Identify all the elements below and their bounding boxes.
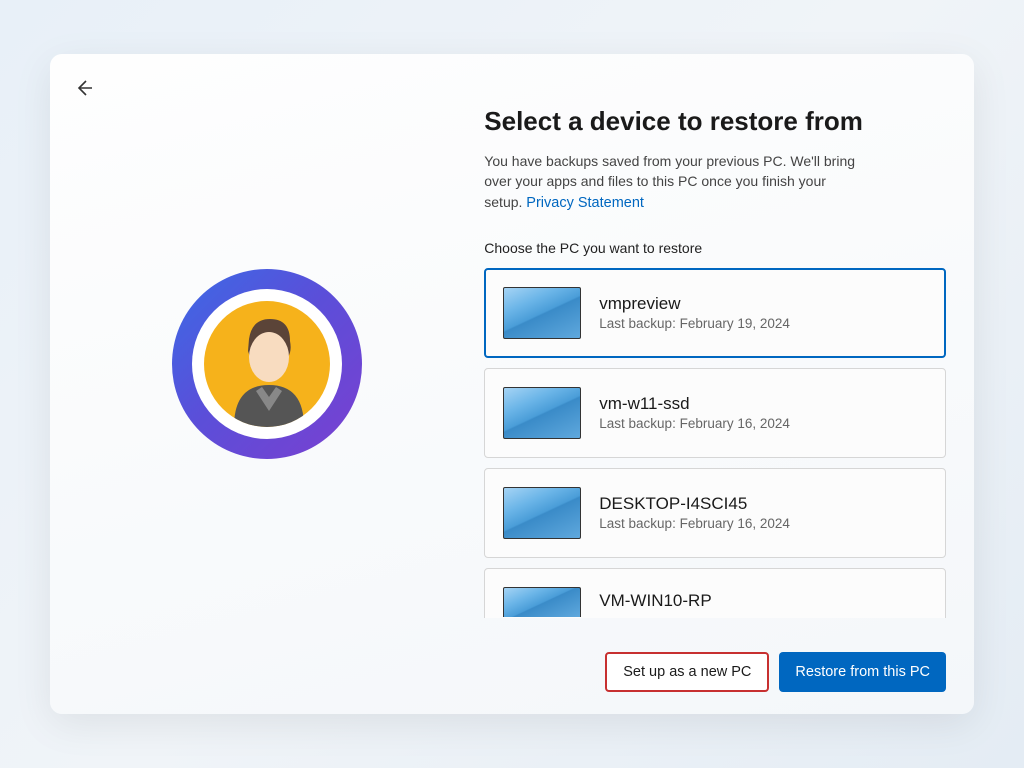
avatar-person-icon	[204, 301, 330, 427]
device-name: vm-w11-ssd	[599, 394, 790, 414]
page-subtitle: You have backups saved from your previou…	[484, 151, 864, 214]
device-thumbnail-icon	[503, 387, 581, 439]
device-name: VM-WIN10-RP	[599, 591, 711, 611]
device-card[interactable]: vm-w11-ssd Last backup: February 16, 202…	[484, 368, 946, 458]
device-backup-date: Last backup: February 16, 2024	[599, 416, 790, 431]
device-card[interactable]: DESKTOP-I4SCI45 Last backup: February 16…	[484, 468, 946, 558]
device-card[interactable]: VM-WIN10-RP	[484, 568, 946, 618]
back-button[interactable]	[72, 76, 96, 100]
device-thumbnail-icon	[503, 287, 581, 339]
arrow-left-icon	[72, 76, 96, 100]
choose-pc-label: Choose the PC you want to restore	[484, 240, 946, 256]
restore-from-pc-button[interactable]: Restore from this PC	[779, 652, 946, 692]
device-name: DESKTOP-I4SCI45	[599, 494, 790, 514]
device-card[interactable]: vmpreview Last backup: February 19, 2024	[484, 268, 946, 358]
footer-buttons: Set up as a new PC Restore from this PC	[605, 652, 946, 692]
device-list: vmpreview Last backup: February 19, 2024…	[484, 268, 946, 618]
device-thumbnail-icon	[503, 487, 581, 539]
oobe-restore-window: Select a device to restore from You have…	[50, 54, 974, 714]
illustration-pane	[50, 54, 484, 714]
device-name: vmpreview	[599, 294, 790, 314]
page-title: Select a device to restore from	[484, 106, 946, 137]
privacy-statement-link[interactable]: Privacy Statement	[526, 195, 644, 211]
device-backup-date: Last backup: February 19, 2024	[599, 316, 790, 331]
setup-new-pc-button[interactable]: Set up as a new PC	[605, 652, 769, 692]
device-backup-date: Last backup: February 16, 2024	[599, 516, 790, 531]
content-pane: Select a device to restore from You have…	[484, 54, 974, 714]
device-thumbnail-icon	[503, 587, 581, 617]
avatar-ring-icon	[172, 269, 362, 459]
